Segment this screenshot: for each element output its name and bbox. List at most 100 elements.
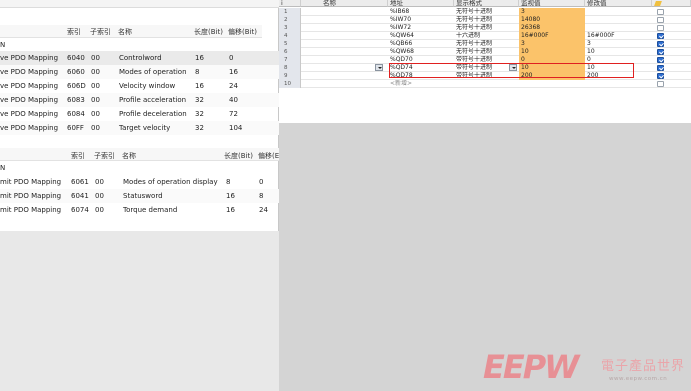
row-number: 3 <box>279 24 301 32</box>
tx-header-name: 名称 <box>122 152 136 160</box>
subindex-cell: 00 <box>91 96 100 104</box>
table-row[interactable]: ve PDO Mapping 60FF 00 Target velocity 3… <box>0 121 279 135</box>
watermark-url: www.eepw.com.cn <box>609 376 668 382</box>
subindex-cell: 00 <box>91 124 100 132</box>
name-cell: Target velocity <box>119 124 171 132</box>
header-address[interactable]: 地址 <box>388 0 454 7</box>
name-cell: Profile acceleration <box>119 96 187 104</box>
header-name[interactable]: 名称 <box>301 0 388 7</box>
modify-checkbox[interactable] <box>657 17 664 23</box>
row-number: 7 <box>279 56 301 64</box>
name-cell: Modes of operation display <box>123 178 218 186</box>
empty-area <box>0 231 279 391</box>
offset-cell: 40 <box>229 96 238 104</box>
length-cell: 32 <box>195 96 204 104</box>
address-cell[interactable]: %IB68 <box>388 8 454 16</box>
table-row[interactable]: ve PDO Mapping 6040 00 Controlword 16 0 <box>0 51 279 65</box>
offset-cell: 16 <box>229 68 238 76</box>
watch-row[interactable]: 10 <新增> <box>279 80 691 88</box>
pdo-cell: ve PDO Mapping <box>0 124 59 132</box>
watch-row[interactable]: 6 %QW68 无符号十进制 10 10 <box>279 48 691 56</box>
index-cell: 60FF <box>67 124 84 132</box>
modify-checkbox[interactable] <box>657 49 664 55</box>
modify-checkbox[interactable] <box>657 25 664 31</box>
tx-group-label: N <box>0 164 6 172</box>
monitor-cell <box>519 80 585 88</box>
format-cell[interactable]: 无符号十进制 <box>454 8 519 16</box>
modify-cell[interactable]: 16#000F <box>585 32 652 40</box>
address-cell[interactable]: %QW68 <box>388 48 454 56</box>
name-cell: Statusword <box>123 192 163 200</box>
watch-table-panel: i 名称 地址 显示格式 监视值 修改值 1 %IB68 无符号十进制 3 2 … <box>279 0 691 391</box>
header-display-format[interactable]: 显示格式 <box>454 0 519 7</box>
pdo-cell: mit PDO Mapping <box>0 206 62 214</box>
modify-cell[interactable] <box>585 80 652 88</box>
modify-checkbox[interactable] <box>657 33 664 39</box>
header-name-label: 名称 <box>323 0 336 7</box>
length-cell: 8 <box>195 68 200 76</box>
tx-header-offset: 偏移(E <box>258 152 280 160</box>
header-modify-flag[interactable] <box>652 0 691 7</box>
highlight-box <box>389 63 634 78</box>
add-new-cell[interactable]: <新增> <box>388 80 454 88</box>
name-cell: Profile deceleration <box>119 110 187 118</box>
pdo-cell: ve PDO Mapping <box>0 110 59 118</box>
format-cell[interactable]: 无符号十进制 <box>454 16 519 24</box>
table-row[interactable]: ve PDO Mapping 6060 00 Modes of operatio… <box>0 65 279 79</box>
index-cell: 6040 <box>67 54 85 62</box>
watch-table: i 名称 地址 显示格式 监视值 修改值 1 %IB68 无符号十进制 3 2 … <box>279 0 691 123</box>
rx-header-offset: 偏移(Bit) <box>228 28 257 36</box>
watch-row[interactable]: 3 %IW72 无符号十进制 26368 <box>279 24 691 32</box>
subindex-cell: 00 <box>95 206 104 214</box>
pdo-cell: ve PDO Mapping <box>0 54 59 62</box>
modify-cell[interactable]: 10 <box>585 48 652 56</box>
monitor-cell: 3 <box>519 8 585 16</box>
pdo-mapping-panel: 索引 子索引 名称 长度(Bit) 偏移(Bit) N ve PDO Mappi… <box>0 0 279 391</box>
offset-cell: 24 <box>259 206 268 214</box>
header-monitor-value[interactable]: 监视值 <box>519 0 585 7</box>
modify-cell[interactable] <box>585 16 652 24</box>
watch-row[interactable]: 4 %QW64 十六进制 16#000F 16#000F <box>279 32 691 40</box>
monitor-cell: 10 <box>519 48 585 56</box>
rx-header-length: 长度(Bit) <box>194 28 223 36</box>
format-cell[interactable]: 十六进制 <box>454 32 519 40</box>
header-modify-value[interactable]: 修改值 <box>585 0 652 7</box>
modify-cell[interactable] <box>585 8 652 16</box>
modify-checkbox[interactable] <box>657 65 664 71</box>
modify-checkbox[interactable] <box>657 41 664 47</box>
watch-row[interactable]: 1 %IB68 无符号十进制 3 <box>279 8 691 16</box>
modify-cell[interactable]: 3 <box>585 40 652 48</box>
offset-cell: 8 <box>259 192 264 200</box>
rx-group-label: N <box>0 41 6 49</box>
format-cell[interactable] <box>454 80 519 88</box>
name-dropdown-button[interactable] <box>375 64 383 71</box>
table-row[interactable]: ve PDO Mapping 6083 00 Profile accelerat… <box>0 93 279 107</box>
address-cell[interactable]: %IW72 <box>388 24 454 32</box>
table-row[interactable]: mit PDO Mapping 6074 00 Torque demand 16… <box>0 203 279 217</box>
eepw-watermark: EEPW 電子產品世界 www.eepw.com.cn <box>483 348 691 391</box>
watch-row[interactable]: 5 %QB66 无符号十进制 3 3 <box>279 40 691 48</box>
format-cell[interactable]: 无符号十进制 <box>454 24 519 32</box>
format-cell[interactable]: 无符号十进制 <box>454 40 519 48</box>
modify-checkbox[interactable] <box>657 81 664 87</box>
table-row[interactable]: ve PDO Mapping 6084 00 Profile decelerat… <box>0 107 279 121</box>
modify-checkbox[interactable] <box>657 9 664 15</box>
modify-checkbox[interactable] <box>657 73 664 79</box>
watch-row[interactable]: 2 %IW70 无符号十进制 14080 <box>279 16 691 24</box>
table-row[interactable]: mit PDO Mapping 6041 00 Statusword 16 8 <box>0 189 279 203</box>
format-cell[interactable]: 无符号十进制 <box>454 48 519 56</box>
table-row[interactable]: ve PDO Mapping 606D 00 Velocity window 1… <box>0 79 279 93</box>
index-cell: 6083 <box>67 96 85 104</box>
address-cell[interactable]: %QB66 <box>388 40 454 48</box>
address-cell[interactable]: %IW70 <box>388 16 454 24</box>
length-cell: 16 <box>195 54 204 62</box>
monitor-cell: 3 <box>519 40 585 48</box>
header-row-number: i <box>279 0 301 7</box>
offset-cell: 104 <box>229 124 243 132</box>
address-cell[interactable]: %QW64 <box>388 32 454 40</box>
subindex-cell: 00 <box>91 82 100 90</box>
modify-cell[interactable] <box>585 24 652 32</box>
table-row[interactable]: mit PDO Mapping 6061 00 Modes of operati… <box>0 175 279 189</box>
tx-header-subindex: 子索引 <box>94 152 115 160</box>
modify-checkbox[interactable] <box>657 57 664 63</box>
